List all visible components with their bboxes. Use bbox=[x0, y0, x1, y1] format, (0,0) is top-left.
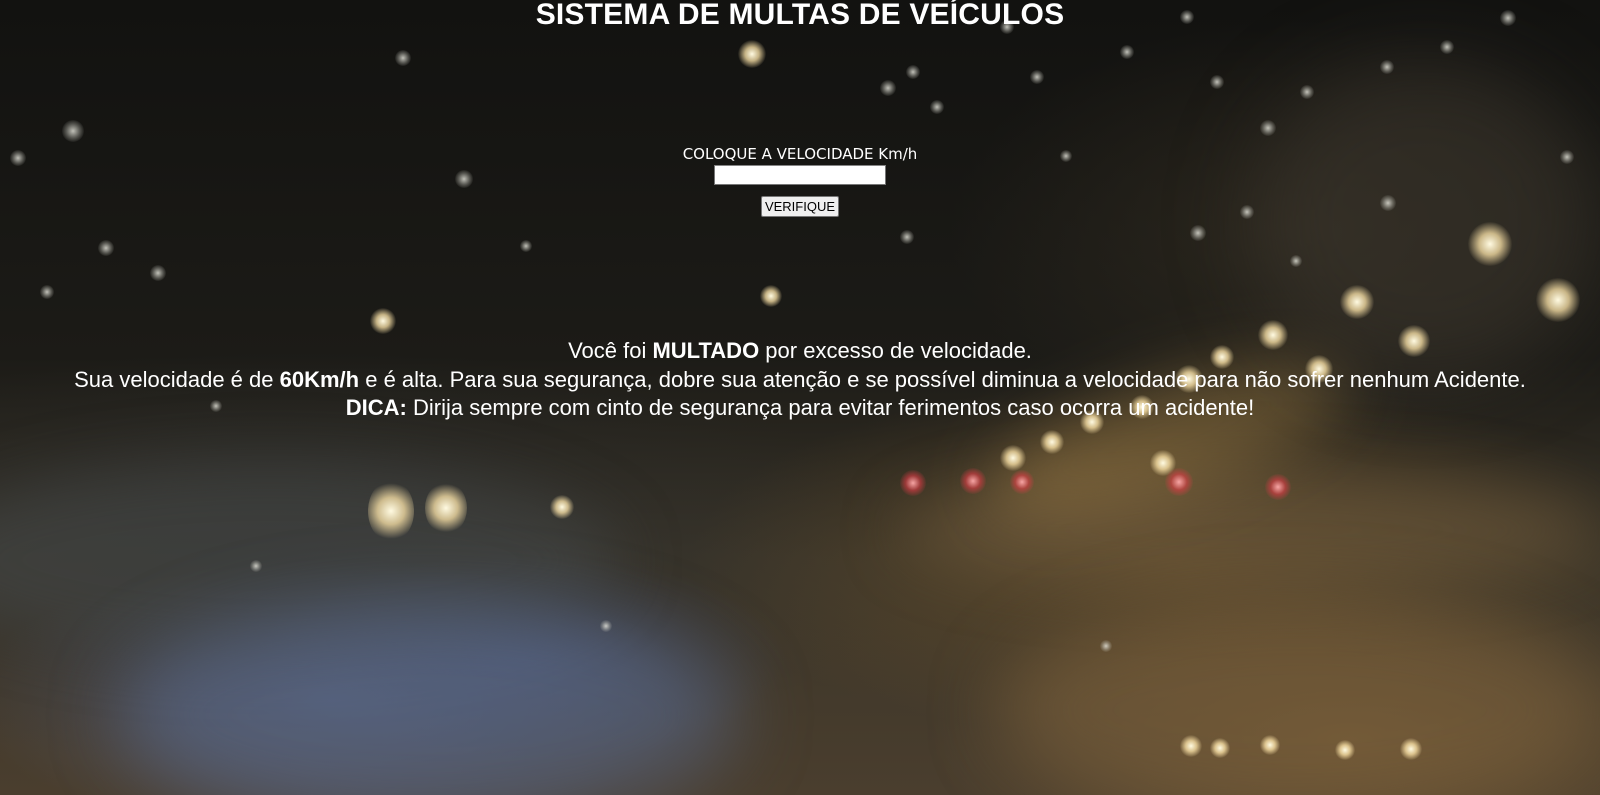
result-line-fine: Você foi MULTADO por excesso de velocida… bbox=[0, 337, 1600, 366]
result-message: Você foi MULTADO por excesso de velocida… bbox=[0, 337, 1600, 423]
page-title: SISTEMA DE MULTAS DE VEÍCULOS bbox=[535, 0, 1065, 31]
tip-label: DICA: bbox=[345, 395, 407, 420]
result-line2-suffix: e é alta. Para sua segurança, dobre sua … bbox=[359, 366, 1526, 392]
result-line-speed: Sua velocidade é de 60Km/h e é alta. Par… bbox=[0, 366, 1600, 395]
result-line1-suffix: por excesso de velocidade. bbox=[759, 338, 1032, 363]
tip-text: Dirija sempre com cinto de segurança par… bbox=[406, 395, 1255, 420]
result-line2-prefix: Sua velocidade é de bbox=[74, 366, 280, 392]
result-line1-prefix: Você foi bbox=[568, 338, 653, 363]
result-fined-word: MULTADO bbox=[652, 338, 760, 363]
speed-label: COLOQUE A VELOCIDADE Km/h bbox=[682, 145, 918, 163]
verify-button[interactable]: VERIFIQUE bbox=[760, 196, 840, 217]
result-line-tip: DICA: Dirija sempre com cinto de seguran… bbox=[0, 394, 1600, 423]
page-content: SISTEMA DE MULTAS DE VEÍCULOS COLOQUE A … bbox=[0, 0, 1600, 795]
speed-form: COLOQUE A VELOCIDADE Km/h VERIFIQUE bbox=[0, 145, 1600, 217]
result-speed-value: 60Km/h bbox=[279, 366, 360, 392]
speed-input[interactable] bbox=[714, 165, 886, 185]
